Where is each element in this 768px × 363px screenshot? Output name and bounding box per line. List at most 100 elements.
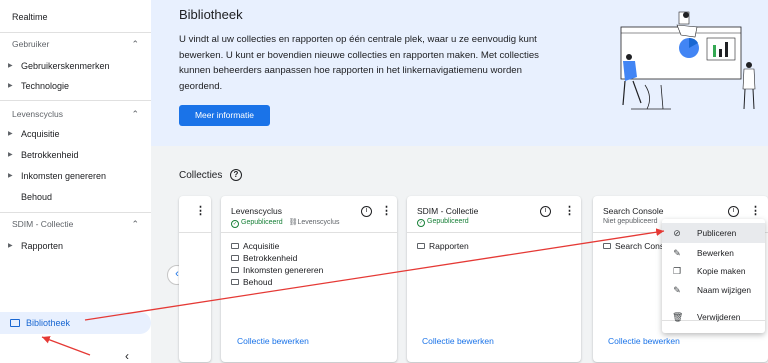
list-item: Betrokkenheid <box>231 252 323 264</box>
check-circle-icon: ⊘ <box>673 228 681 238</box>
sidebar: Realtime Gebruiker ⌃ ▶ Gebruikerskenmerken… <box>0 0 151 363</box>
status-badge: Niet gepubliceerd <box>603 218 658 225</box>
info-icon[interactable]: i <box>540 206 551 217</box>
menu-item-rename[interactable]: ✎ Naam wijzigen <box>662 280 765 300</box>
hero-description: U vindt al uw collecties en rapporten op… <box>179 34 539 92</box>
menu-item-publish[interactable]: ⊘ Publiceren <box>662 223 765 243</box>
divider <box>0 32 151 33</box>
edit-collection-link[interactable]: Collectie bewerken <box>237 336 309 346</box>
sidebar-item-realtime[interactable]: Realtime <box>0 7 151 27</box>
sidebar-item-label: Acquisitie <box>21 129 60 139</box>
list-item-label: Behoud <box>243 277 273 287</box>
section-sdim[interactable]: SDIM - Collectie ⌃ <box>0 214 151 234</box>
library-illustration <box>620 11 756 110</box>
folder-icon <box>231 267 239 273</box>
help-icon[interactable]: ? <box>230 169 242 181</box>
menu-item-delete[interactable]: 🗑 Verwijderen <box>662 307 765 327</box>
card-divider <box>221 232 397 233</box>
more-icon[interactable]: ⋮ <box>564 204 575 217</box>
section-label: SDIM - Collectie <box>12 219 74 229</box>
edit-collection-link[interactable]: Collectie bewerken <box>422 336 494 346</box>
sidebar-item-gebruikerskenmerken[interactable]: ▶ Gebruikerskenmerken <box>0 56 151 76</box>
expand-triangle-icon: ▶ <box>8 243 13 249</box>
sidebar-item-label: Rapporten <box>21 241 64 251</box>
status-badge: ✓ Gepubliceerd ⛓Levenscyclus <box>231 218 340 228</box>
menu-item-duplicate[interactable]: ❐ Kopie maken <box>662 261 765 281</box>
collection-card: Levenscyclus ✓ Gepubliceerd ⛓Levenscyclus… <box>221 196 397 362</box>
chevron-up-icon: ⌃ <box>131 219 139 229</box>
more-info-button[interactable]: Meer informatie <box>179 105 270 126</box>
copy-icon: ❐ <box>672 266 682 276</box>
menu-item-label: Verwijderen <box>697 312 741 322</box>
card-title: SDIM - Collectie <box>417 206 479 216</box>
folder-icon <box>231 243 239 249</box>
list-item: Behoud <box>231 276 323 288</box>
more-icon[interactable]: ⋮ <box>195 204 206 217</box>
info-icon[interactable]: i <box>361 206 372 217</box>
sidebar-item-acquisitie[interactable]: ▶ Acquisitie <box>0 124 151 144</box>
expand-triangle-icon: ▶ <box>8 152 13 158</box>
sidebar-item-label: Realtime <box>12 12 48 22</box>
trash-icon: 🗑 <box>672 312 684 322</box>
folder-icon <box>231 279 239 285</box>
sidebar-item-rapporten[interactable]: ▶ Rapporten <box>0 236 151 256</box>
menu-item-label: Naam wijzigen <box>697 285 751 295</box>
expand-triangle-icon: ▶ <box>8 173 13 179</box>
collection-context-menu: ⊘ Publiceren ✎ Bewerken ❐ Kopie maken ✎ Naam… <box>662 219 765 333</box>
more-icon[interactable]: ⋮ <box>750 204 761 217</box>
sidebar-item-behoud[interactable]: Behoud <box>0 187 151 207</box>
linked-collection: Levenscyclus <box>297 219 340 226</box>
expand-triangle-icon: ▶ <box>8 131 13 137</box>
expand-triangle-icon: ▶ <box>8 63 13 69</box>
sidebar-item-label: Bibliotheek <box>26 318 71 328</box>
sidebar-item-label: Betrokkenheid <box>21 150 79 160</box>
more-icon[interactable]: ⋮ <box>381 204 392 217</box>
collection-card: SDIM - Collectie ✓ Gepubliceerd i ⋮ Rappo… <box>407 196 581 362</box>
edit-collection-link[interactable]: Collectie bewerken <box>608 336 680 346</box>
menu-item-label: Kopie maken <box>697 266 746 276</box>
check-circle-icon: ✓ <box>417 219 425 227</box>
status-text: Gepubliceerd <box>241 219 283 226</box>
sidebar-item-betrokkenheid[interactable]: ▶ Betrokkenheid <box>0 145 151 165</box>
menu-item-label: Publiceren <box>697 228 737 238</box>
list-item-label: Rapporten <box>429 241 469 251</box>
card-report-list: Acquisitie Betrokkenheid Inkomsten gener… <box>231 240 323 288</box>
status-badge: ✓ Gepubliceerd <box>417 218 469 227</box>
section-gebruiker[interactable]: Gebruiker ⌃ <box>0 34 151 54</box>
list-item-label: Acquisitie <box>243 241 280 251</box>
chevron-up-icon: ⌃ <box>131 39 139 49</box>
sidebar-item-label: Behoud <box>21 192 53 202</box>
sidebar-item-inkomsten[interactable]: ▶ Inkomsten genereren <box>0 166 151 186</box>
sidebar-item-bibliotheek[interactable]: Bibliotheek <box>0 312 151 334</box>
list-item: Acquisitie <box>231 240 323 252</box>
card-report-list: Search Conso <box>603 240 669 252</box>
folder-icon <box>10 319 20 327</box>
card-divider <box>407 232 581 233</box>
list-item-label: Betrokkenheid <box>243 253 298 263</box>
list-item-label: Inkomsten genereren <box>243 265 324 275</box>
sidebar-item-label: Technologie <box>21 81 70 91</box>
section-label: Levenscyclus <box>12 109 64 119</box>
card-report-list: Rapporten <box>417 240 469 252</box>
chevron-up-icon: ⌃ <box>131 109 139 119</box>
status-text: Gepubliceerd <box>427 218 469 225</box>
sidebar-item-label: Gebruikerskenmerken <box>21 61 110 71</box>
list-item: Rapporten <box>417 240 469 252</box>
folder-icon <box>231 255 239 261</box>
card-title: Search Console <box>603 206 664 216</box>
check-circle-icon: ✓ <box>231 220 239 228</box>
sidebar-item-technologie[interactable]: ▶ Technologie <box>0 76 151 96</box>
info-icon[interactable]: i <box>728 206 739 217</box>
menu-item-edit[interactable]: ✎ Bewerken <box>662 243 765 263</box>
menu-item-label: Bewerken <box>697 248 734 258</box>
section-levenscyclus[interactable]: Levenscyclus ⌃ <box>0 104 151 124</box>
list-item-label: Search Conso <box>615 241 669 251</box>
section-label: Gebruiker <box>12 39 50 49</box>
pencil-icon: ✎ <box>673 285 681 295</box>
expand-triangle-icon: ▶ <box>8 83 13 89</box>
folder-icon <box>603 243 611 249</box>
folder-icon <box>417 243 425 249</box>
collapse-sidebar-icon[interactable]: ‹ <box>125 349 129 363</box>
divider <box>0 212 151 213</box>
pencil-icon: ✎ <box>673 248 681 258</box>
